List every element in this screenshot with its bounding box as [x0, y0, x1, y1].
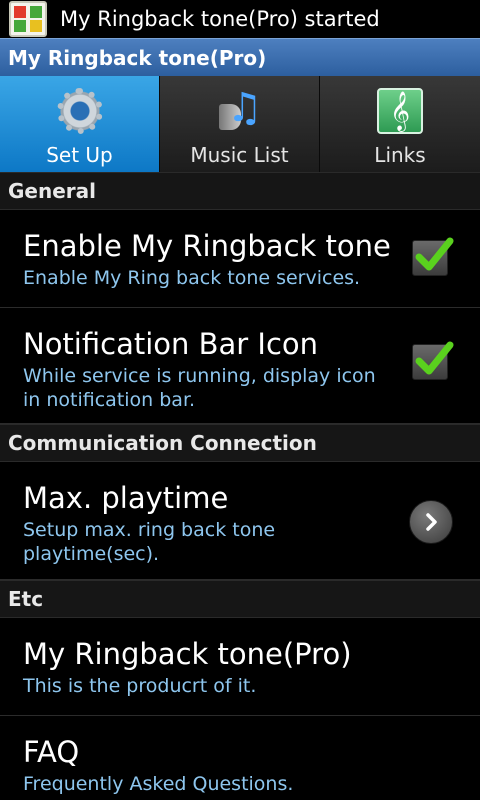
section-header-communication: Communication Connection — [0, 424, 480, 462]
section-header-general: General — [0, 172, 480, 210]
pref-title: Notification Bar Icon — [23, 327, 319, 361]
tab-links[interactable]: 𝄞 Links — [320, 76, 480, 172]
tab-music-list[interactable]: ♫ Music List — [160, 76, 320, 172]
tab-label: Set Up — [46, 143, 113, 167]
chevron-right-icon[interactable] — [409, 500, 453, 544]
pref-notification-icon[interactable]: Notification Bar Icon While service is r… — [0, 308, 480, 424]
music-note-icon: ♫ — [213, 84, 267, 138]
enable-ringback-checkbox[interactable] — [412, 237, 454, 276]
pref-product-info[interactable]: My Ringback tone(Pro) This is the produc… — [0, 618, 480, 716]
pref-summary: Frequently Asked Questions. — [23, 773, 294, 795]
app-title-bar: My Ringback tone(Pro) — [0, 38, 480, 76]
preferences-list[interactable]: General Enable My Ringback tone Enable M… — [0, 172, 480, 800]
notification-icon-checkbox[interactable] — [412, 341, 454, 380]
pref-title: My Ringback tone(Pro) — [23, 637, 352, 671]
pref-summary: While service is running, display icon i… — [23, 365, 376, 411]
pref-enable-ringback[interactable]: Enable My Ringback tone Enable My Ring b… — [0, 210, 480, 308]
status-bar: My Ringback tone(Pro) started — [0, 0, 480, 38]
pref-summary: Enable My Ring back tone services. — [23, 267, 361, 289]
tab-label: Links — [374, 143, 426, 167]
pref-title: Enable My Ringback tone — [23, 229, 391, 263]
tab-bar: Set Up ♫ Music List 𝄞 Links — [0, 76, 480, 172]
gear-icon — [53, 84, 107, 138]
pref-summary: Setup max. ring back tone playtime(sec). — [23, 519, 276, 565]
pref-title: Max. playtime — [23, 481, 229, 515]
pref-title: FAQ — [23, 735, 80, 769]
tab-set-up[interactable]: Set Up — [0, 76, 160, 172]
tab-label: Music List — [190, 143, 289, 167]
app-notification-icon — [9, 1, 47, 37]
section-header-etc: Etc — [0, 580, 480, 618]
status-notification-text: My Ringback tone(Pro) started — [60, 7, 380, 31]
pref-faq[interactable]: FAQ Frequently Asked Questions. — [0, 716, 480, 800]
pref-max-playtime[interactable]: Max. playtime Setup max. ring back tone … — [0, 462, 480, 580]
pref-summary: This is the producrt of it. — [23, 675, 257, 697]
treble-clef-icon: 𝄞 — [373, 84, 427, 138]
check-mark-icon — [415, 341, 454, 375]
check-mark-icon — [415, 237, 454, 271]
app-title: My Ringback tone(Pro) — [8, 45, 267, 70]
